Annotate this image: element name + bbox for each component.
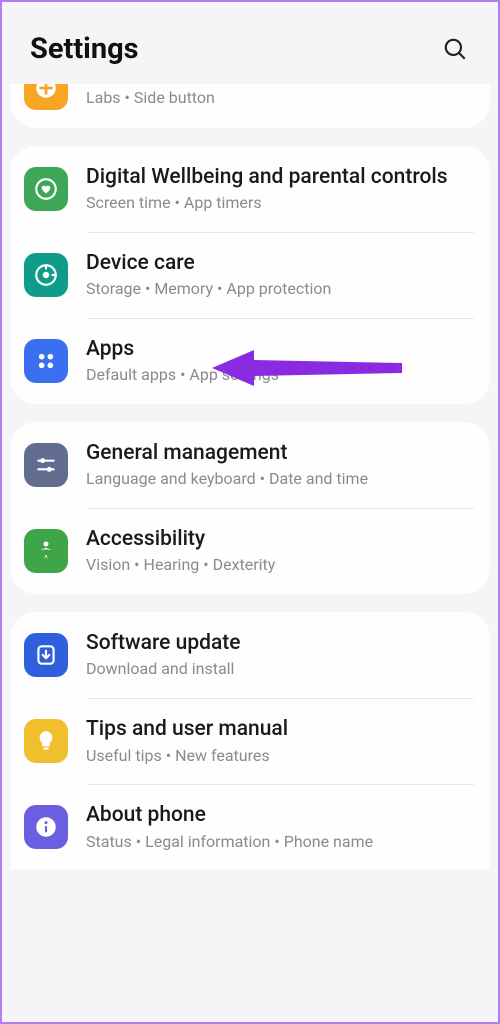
settings-item-accessibility[interactable]: Accessibility Vision • Hearing • Dexterit… [10,508,490,594]
settings-item-text: General management Language and keyboard … [86,440,472,490]
settings-item-title: Digital Wellbeing and parental controls [86,164,472,190]
search-button[interactable] [440,34,470,64]
sliders-icon [24,443,68,487]
settings-item-text: Digital Wellbeing and parental controls S… [86,164,472,214]
settings-item-software-update[interactable]: Software update Download and install [10,612,490,698]
settings-item-subtitle: Download and install [86,659,472,680]
settings-item-title: General management [86,440,472,466]
settings-group: Advanced featuresLabs • Side button [10,84,490,128]
search-icon [442,36,468,62]
settings-item-text: Software update Download and install [86,630,472,680]
info-icon [24,805,68,849]
settings-item-tips[interactable]: Tips and user manual Useful tips • New fe… [10,698,490,784]
settings-item-subtitle: Language and keyboard • Date and time [86,469,472,490]
settings-item-subtitle: Vision • Hearing • Dexterity [86,555,472,576]
settings-group: General management Language and keyboard … [10,422,490,594]
gauge-icon [24,253,68,297]
settings-item-about-phone[interactable]: About phone Status • Legal information • … [10,784,490,870]
heart-circle-icon [24,167,68,211]
grid4-icon [24,339,68,383]
settings-item-subtitle: Screen time • App timers [86,193,472,214]
person-icon [24,529,68,573]
page-title: Settings [30,32,139,66]
settings-item-apps[interactable]: Apps Default apps • App settings [10,318,490,404]
settings-item-subtitle: Status • Legal information • Phone name [86,832,472,853]
settings-item-title: Tips and user manual [86,716,472,742]
plus-icon [24,84,68,110]
settings-item-subtitle: Default apps • App settings [86,365,472,386]
settings-item-digital-wellbeing[interactable]: Digital Wellbeing and parental controls S… [10,146,490,232]
settings-item-subtitle: Useful tips • New features [86,746,472,767]
settings-item-title: About phone [86,802,472,828]
settings-item-title: Apps [86,336,472,362]
settings-item-title: Device care [86,250,472,276]
settings-item-general-management[interactable]: General management Language and keyboard … [10,422,490,508]
settings-item-advanced-features[interactable]: Advanced featuresLabs • Side button [10,84,490,128]
settings-item-subtitle: Labs • Side button [86,88,472,109]
settings-item-text: Accessibility Vision • Hearing • Dexterit… [86,526,472,576]
settings-item-device-care[interactable]: Device care Storage • Memory • App protec… [10,232,490,318]
settings-item-text: Tips and user manual Useful tips • New fe… [86,716,472,766]
settings-group: Digital Wellbeing and parental controls S… [10,146,490,404]
settings-item-title: Software update [86,630,472,656]
settings-group: Software update Download and install Tips … [10,612,490,870]
settings-item-text: Device care Storage • Memory • App protec… [86,250,472,300]
settings-item-text: Apps Default apps • App settings [86,336,472,386]
settings-item-text: Advanced featuresLabs • Side button [86,85,472,109]
settings-item-text: About phone Status • Legal information • … [86,802,472,852]
settings-list: Advanced featuresLabs • Side button Digit… [2,84,498,870]
header: Settings [2,2,498,88]
settings-item-title: Accessibility [86,526,472,552]
bulb-icon [24,719,68,763]
settings-item-subtitle: Storage • Memory • App protection [86,279,472,300]
download-icon [24,633,68,677]
